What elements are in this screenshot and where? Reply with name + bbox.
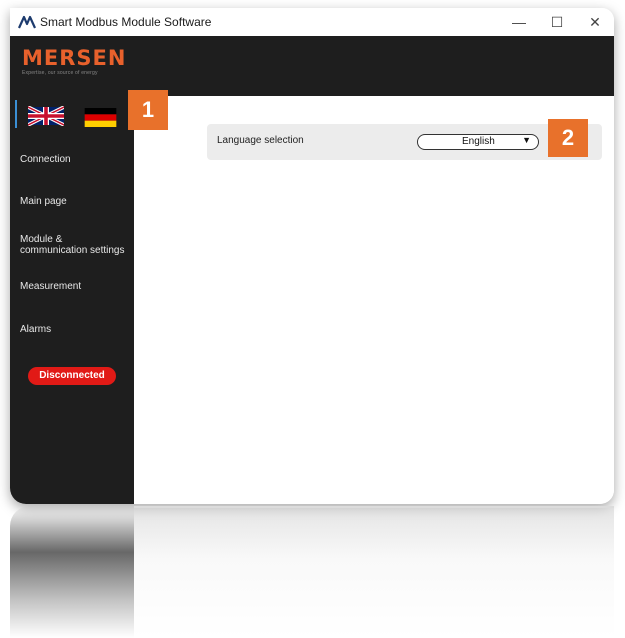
window-title: Smart Modbus Module Software bbox=[40, 15, 212, 29]
minimize-button[interactable]: — bbox=[500, 8, 538, 36]
german-flag-icon[interactable] bbox=[84, 108, 117, 127]
app-logo-icon bbox=[18, 15, 36, 29]
sidebar-item-module-settings[interactable]: Module & communication settings bbox=[20, 234, 130, 256]
language-selection-panel: Language selection English ▼ bbox=[207, 124, 602, 160]
close-button[interactable]: ✕ bbox=[576, 8, 614, 36]
reflection-content bbox=[134, 506, 614, 638]
brand-tagline: Expertise, our source of energy bbox=[22, 70, 98, 76]
sidebar: Connection Main page Module & communicat… bbox=[10, 96, 134, 504]
window-reflection bbox=[10, 506, 614, 638]
title-bar: Smart Modbus Module Software — ☐ ✕ bbox=[10, 8, 614, 36]
reflection-sidebar bbox=[10, 506, 134, 638]
reflection-edge bbox=[134, 506, 614, 508]
language-flags bbox=[10, 96, 134, 136]
callout-badge-1: 1 bbox=[128, 90, 168, 130]
sidebar-item-connection[interactable]: Connection bbox=[20, 154, 130, 165]
mersen-logo: MERSEN Expertise, our source of energy bbox=[22, 46, 126, 76]
maximize-button[interactable]: ☐ bbox=[538, 8, 576, 36]
callout-badge-2: 2 bbox=[548, 119, 588, 157]
sidebar-item-alarms[interactable]: Alarms bbox=[20, 324, 130, 335]
language-dropdown[interactable]: English ▼ bbox=[417, 134, 539, 150]
main-content: Language selection English ▼ bbox=[134, 96, 614, 504]
brand-name: MERSEN bbox=[22, 46, 127, 70]
language-selection-label: Language selection bbox=[217, 135, 304, 146]
sidebar-item-measurement[interactable]: Measurement bbox=[20, 281, 130, 292]
app-window: Smart Modbus Module Software — ☐ ✕ MERSE… bbox=[10, 8, 614, 504]
connection-status-badge: Disconnected bbox=[28, 367, 116, 385]
sidebar-item-main-page[interactable]: Main page bbox=[20, 196, 130, 207]
active-indicator bbox=[15, 100, 17, 128]
window-controls: — ☐ ✕ bbox=[500, 8, 614, 36]
language-dropdown-value: English bbox=[462, 136, 495, 147]
uk-flag-icon[interactable] bbox=[28, 106, 64, 126]
app-header: MERSEN Expertise, our source of energy bbox=[10, 36, 614, 96]
dropdown-arrow-icon: ▼ bbox=[522, 135, 531, 145]
